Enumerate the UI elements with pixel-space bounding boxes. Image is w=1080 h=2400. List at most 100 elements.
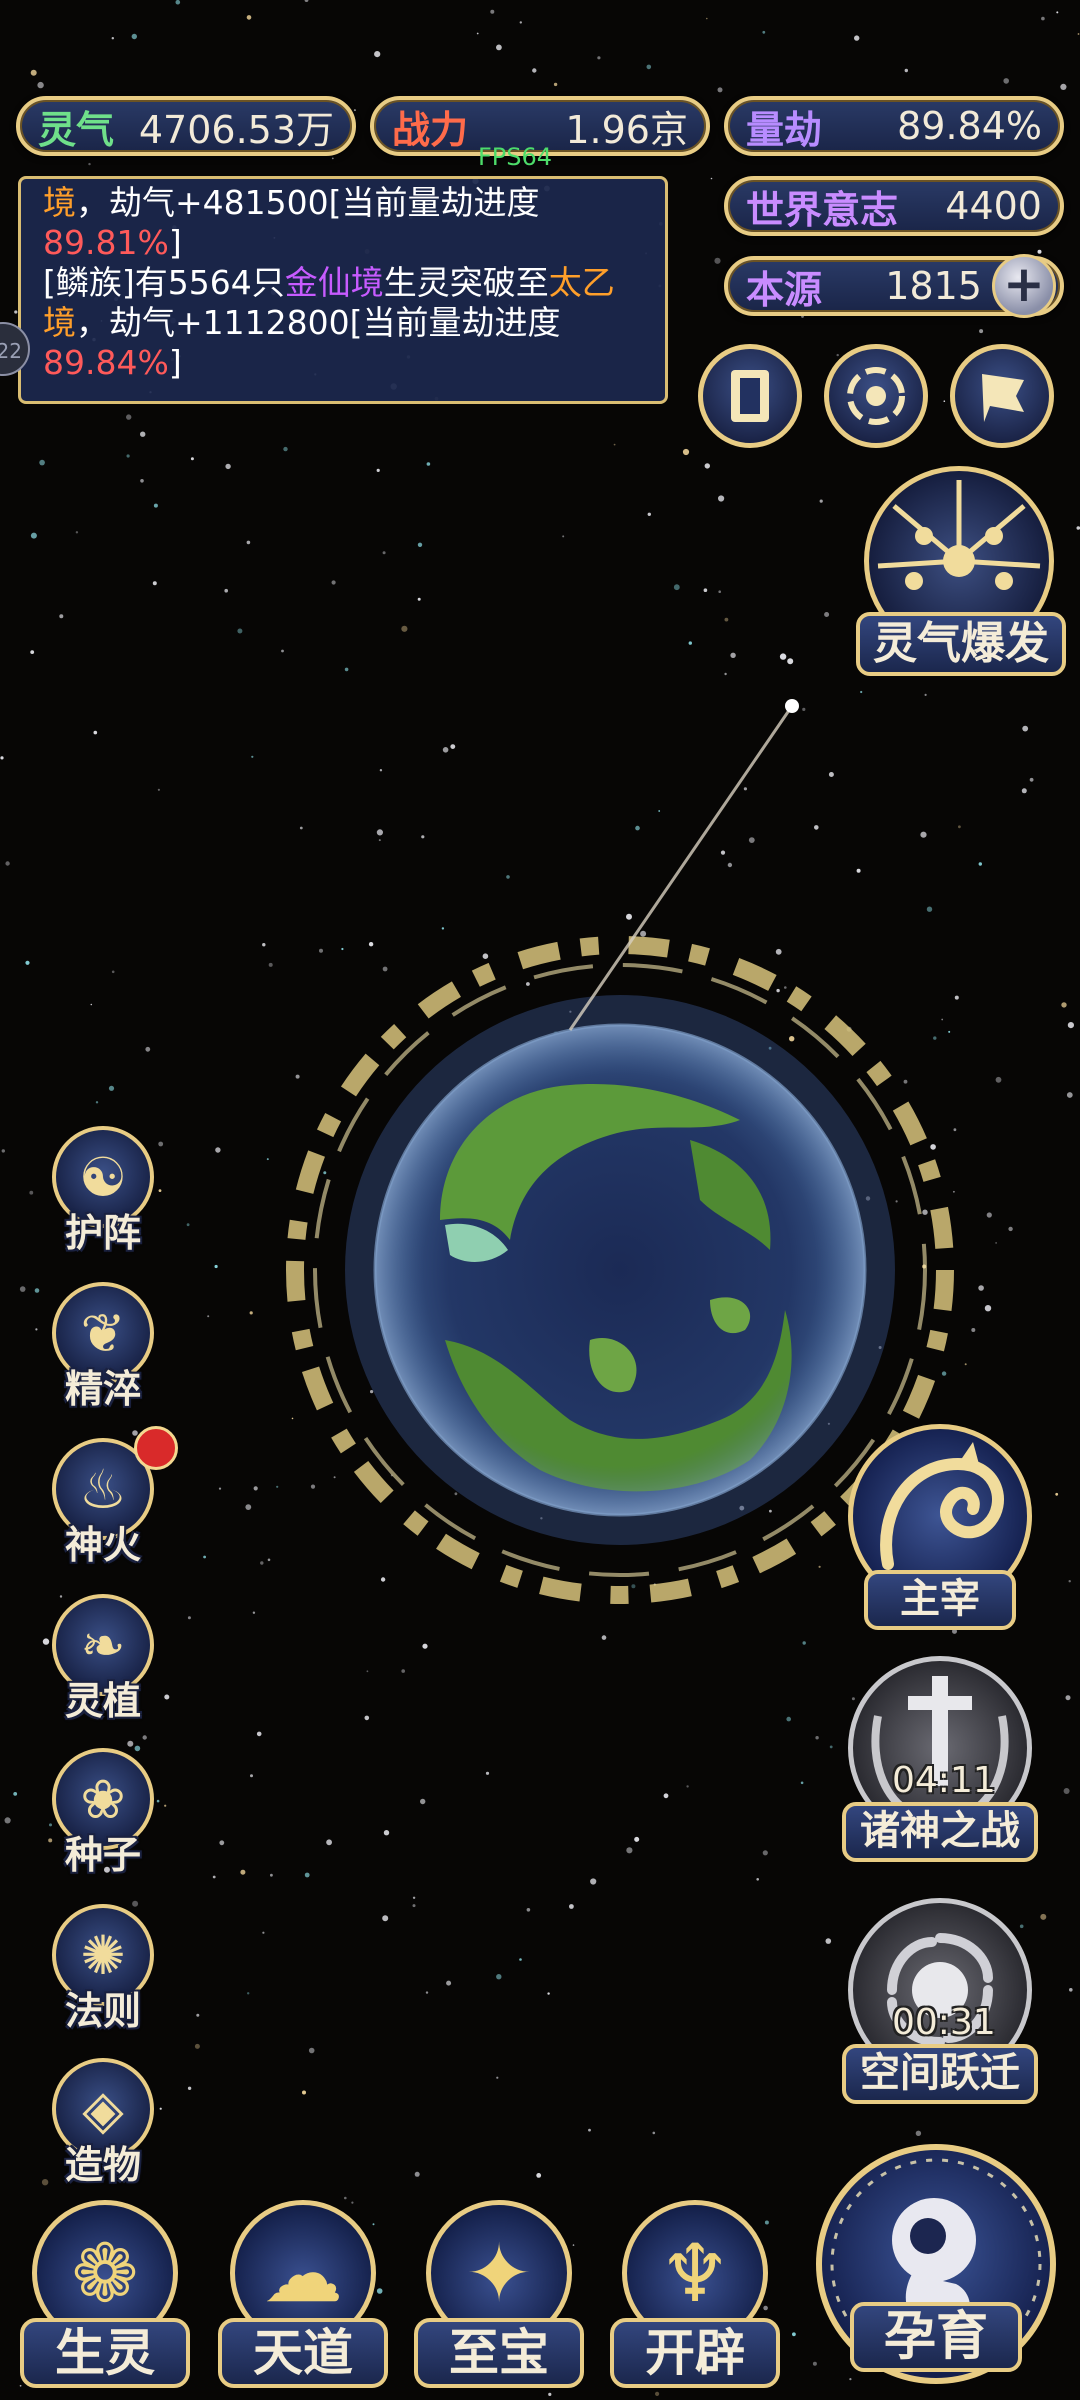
star bbox=[366, 1670, 369, 1673]
menu-zao-wu[interactable]: ◈ 造物 bbox=[38, 2058, 168, 2188]
vortex-button[interactable] bbox=[824, 344, 928, 448]
star bbox=[376, 468, 380, 472]
star bbox=[1003, 78, 1009, 84]
star bbox=[304, 1872, 310, 1878]
star bbox=[111, 970, 115, 974]
star bbox=[703, 588, 708, 592]
add-benyuan-button[interactable]: + bbox=[992, 254, 1056, 318]
menu-shen-huo-label: 神火 bbox=[64, 1523, 141, 1567]
star bbox=[219, 1840, 225, 1846]
event-log-panel[interactable]: 境，劫气+481500[当前量劫进度 89.81%] [鳞族]有5564只金仙境… bbox=[18, 176, 668, 404]
star bbox=[824, 612, 830, 617]
menu-hu-zhen[interactable]: ☯ 护阵 bbox=[38, 1126, 168, 1256]
star bbox=[1060, 83, 1067, 90]
star bbox=[718, 495, 725, 502]
zhuzai-label: 主宰 bbox=[864, 1570, 1016, 1630]
liangjie-value: 89.84% bbox=[897, 104, 1042, 148]
star bbox=[127, 1740, 134, 1747]
star bbox=[414, 2171, 420, 2177]
lingqi-bar: 灵气 4706.53万 bbox=[16, 96, 356, 156]
star bbox=[246, 15, 252, 20]
star bbox=[0, 756, 4, 760]
log-line: 境，劫气+481500[当前量劫进度 bbox=[43, 183, 540, 222]
star bbox=[1008, 1226, 1013, 1232]
log-line: 89.84%] bbox=[43, 343, 182, 382]
star bbox=[1068, 1580, 1071, 1583]
benyuan-value: 1815 bbox=[885, 264, 982, 308]
star bbox=[383, 1830, 390, 1836]
benyuan-label: 本源 bbox=[746, 267, 823, 312]
menu-shen-huo[interactable]: ♨ 神火 bbox=[38, 1426, 178, 1568]
star bbox=[1029, 777, 1034, 782]
star bbox=[819, 499, 823, 503]
menu-ling-zhi[interactable]: ❧ 灵植 bbox=[38, 1594, 168, 1724]
star bbox=[682, 448, 690, 456]
star bbox=[446, 1980, 452, 1986]
menu-fa-ze[interactable]: ✺ 法则 bbox=[38, 1904, 168, 2034]
star bbox=[88, 162, 91, 166]
star bbox=[95, 1101, 99, 1104]
yunyu-button[interactable]: 孕育 bbox=[812, 2140, 1068, 2396]
star bbox=[519, 1958, 522, 1961]
star bbox=[425, 1991, 429, 1994]
star bbox=[412, 1904, 416, 1908]
star bbox=[344, 667, 349, 672]
star bbox=[374, 51, 381, 58]
star bbox=[547, 1992, 550, 1995]
star bbox=[984, 1305, 992, 1312]
star bbox=[762, 1850, 768, 1856]
menu-jing-cui[interactable]: ❦ 精淬 bbox=[38, 1282, 168, 1412]
star bbox=[1040, 1913, 1047, 1920]
lingqi-burst-button[interactable]: 灵气爆发 bbox=[856, 462, 1066, 682]
star bbox=[1067, 1022, 1074, 1029]
star bbox=[979, 329, 984, 334]
log-line: 89.81%] bbox=[43, 223, 182, 262]
bottom-tian-dao[interactable]: ☁ 天道 bbox=[218, 2200, 388, 2400]
star bbox=[93, 730, 98, 735]
menu-zao-wu-label: 造物 bbox=[64, 2143, 141, 2187]
flag-button[interactable] bbox=[950, 344, 1054, 448]
star bbox=[860, 690, 863, 694]
star bbox=[190, 457, 194, 461]
star bbox=[710, 177, 713, 180]
bottom-kai-pi[interactable]: ♆ 开辟 bbox=[610, 2200, 780, 2400]
zhushen-zhizhan-label: 诸神之战 bbox=[842, 1802, 1038, 1862]
lingqi-burst-label: 灵气爆发 bbox=[856, 612, 1066, 676]
star bbox=[331, 157, 334, 160]
star bbox=[140, 431, 146, 437]
menu-zhong-zi[interactable]: ❀ 种子 bbox=[38, 1748, 168, 1878]
star bbox=[145, 1046, 151, 1052]
bottom-zhi-bao[interactable]: ✦ 至宝 bbox=[414, 2200, 584, 2400]
flag-icon bbox=[982, 374, 1024, 422]
star bbox=[218, 1487, 222, 1490]
star bbox=[762, 30, 766, 34]
star bbox=[724, 672, 727, 676]
bottom-sheng-ling[interactable]: ❁ 生灵 bbox=[20, 2200, 190, 2400]
star bbox=[25, 960, 30, 965]
star bbox=[140, 479, 144, 483]
book-button[interactable] bbox=[698, 344, 802, 448]
star bbox=[175, 0, 181, 5]
star bbox=[815, 1736, 819, 1740]
star bbox=[825, 1938, 832, 1944]
star bbox=[153, 503, 158, 508]
menu-zhong-zi-label: 种子 bbox=[64, 1833, 141, 1877]
star bbox=[382, 1915, 389, 1922]
bottom-tian-dao-label: 天道 bbox=[218, 2318, 388, 2388]
benyuan-bar: 本源 1815 + bbox=[724, 254, 1064, 318]
star bbox=[376, 829, 383, 836]
star bbox=[704, 463, 710, 469]
star bbox=[786, 1716, 791, 1722]
star bbox=[13, 1792, 18, 1796]
zhushen-zhizhan-button[interactable]: 04:11 诸神之战 bbox=[842, 1656, 1038, 1866]
star bbox=[401, 625, 408, 632]
shijie-yizhi-value: 4400 bbox=[945, 184, 1042, 228]
zhuzai-button[interactable]: 主宰 bbox=[842, 1424, 1038, 1634]
star bbox=[299, 826, 303, 830]
star bbox=[496, 1974, 502, 1980]
star bbox=[553, 82, 558, 87]
star bbox=[215, 1147, 221, 1153]
kongjian-yueqian-button[interactable]: 00:31 空间跃迁 bbox=[842, 1898, 1038, 2108]
star bbox=[412, 1896, 416, 1900]
star bbox=[1022, 725, 1029, 732]
